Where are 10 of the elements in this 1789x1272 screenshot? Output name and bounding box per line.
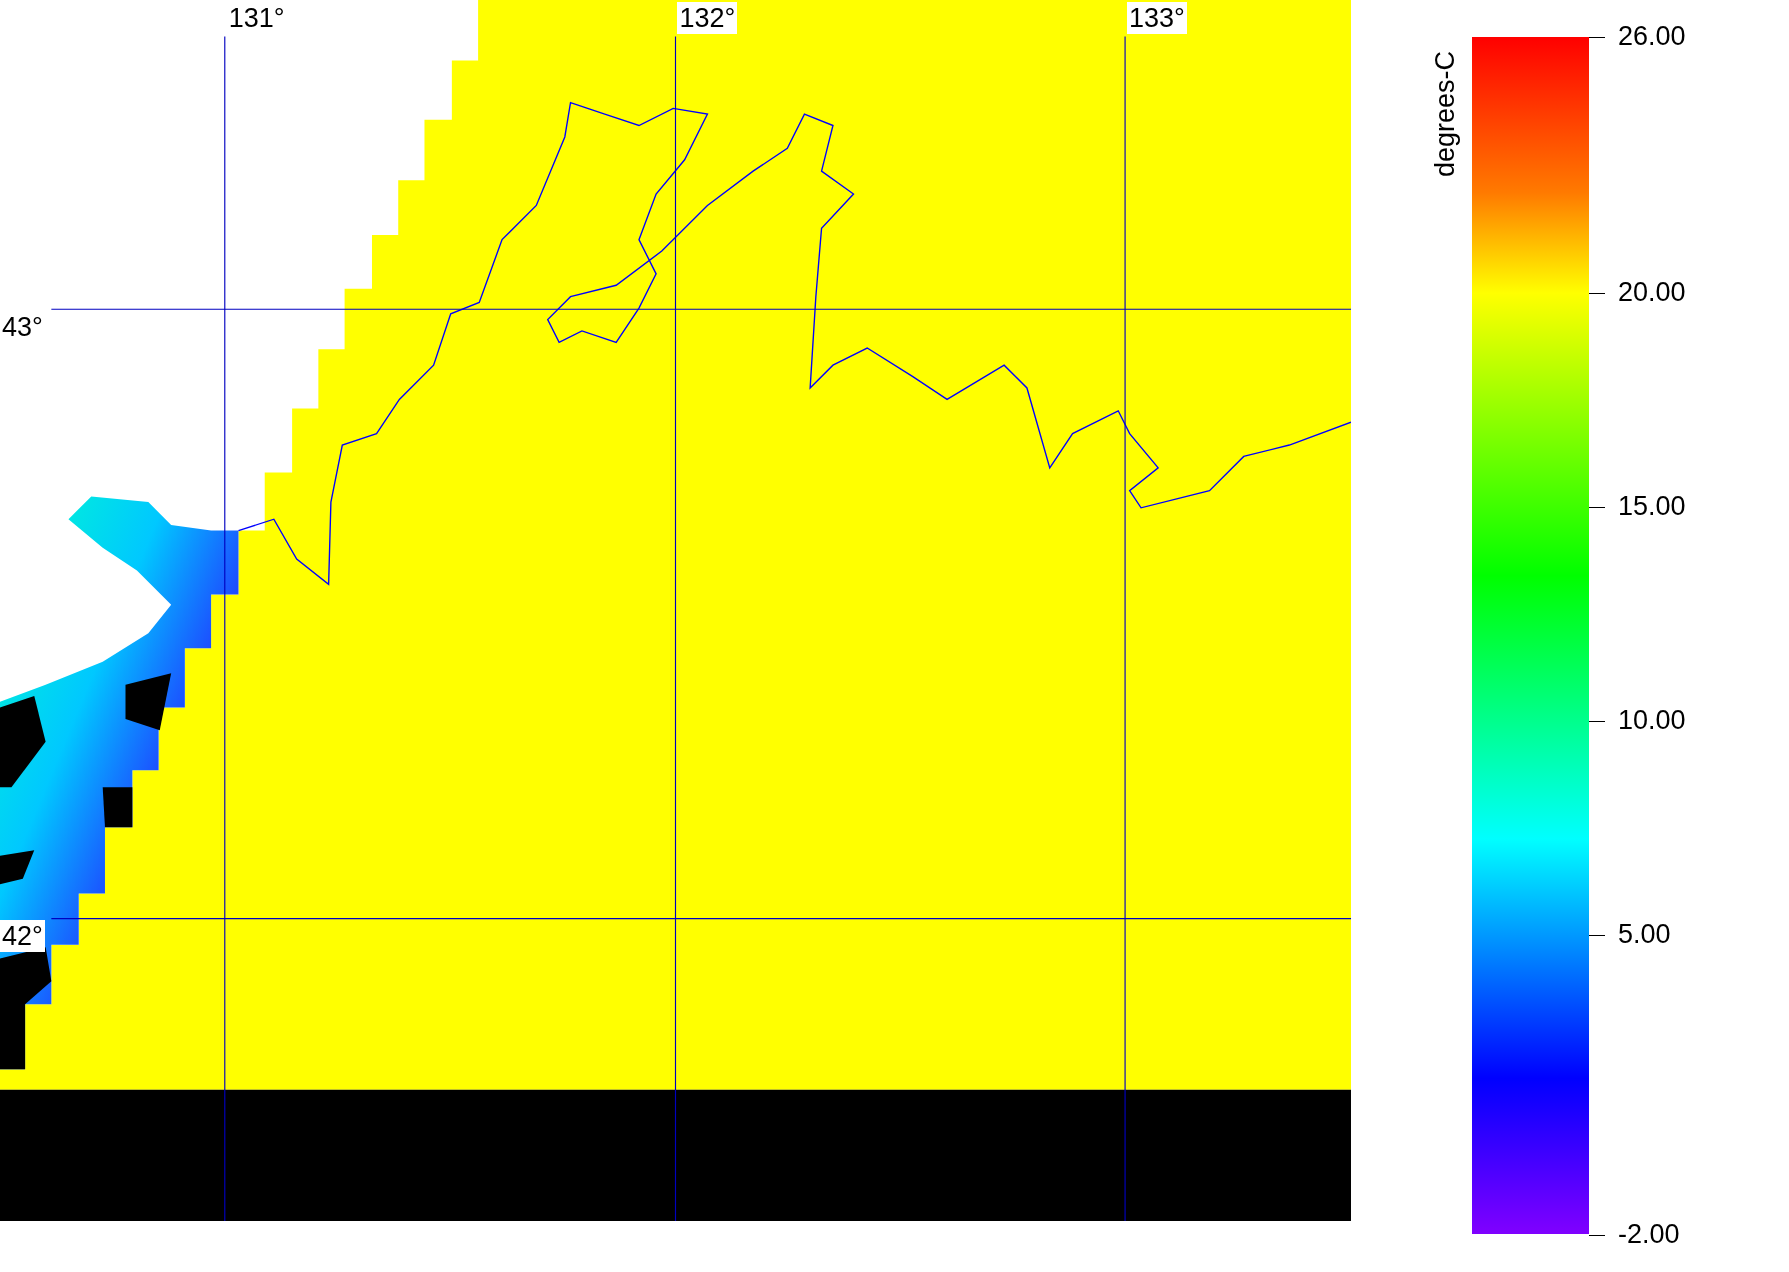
colorbar-tick-label: 5.00 <box>1617 919 1671 949</box>
unit-label: degrees-C <box>1431 50 1460 178</box>
latitude-label: 42° <box>0 920 45 953</box>
colorbar-tick-label: 15.00 <box>1617 491 1686 522</box>
colorbar-tick-label: 10.00 <box>1617 705 1686 736</box>
longitude-label: 132° <box>677 2 738 34</box>
longitude-label: 133° <box>1126 2 1187 34</box>
colorbar-tick-label: 20.00 <box>1617 277 1686 308</box>
colorbar-tick-label: -2.00 <box>1617 1218 1680 1249</box>
colorbar-tick-label: 26.00 <box>1617 20 1686 51</box>
